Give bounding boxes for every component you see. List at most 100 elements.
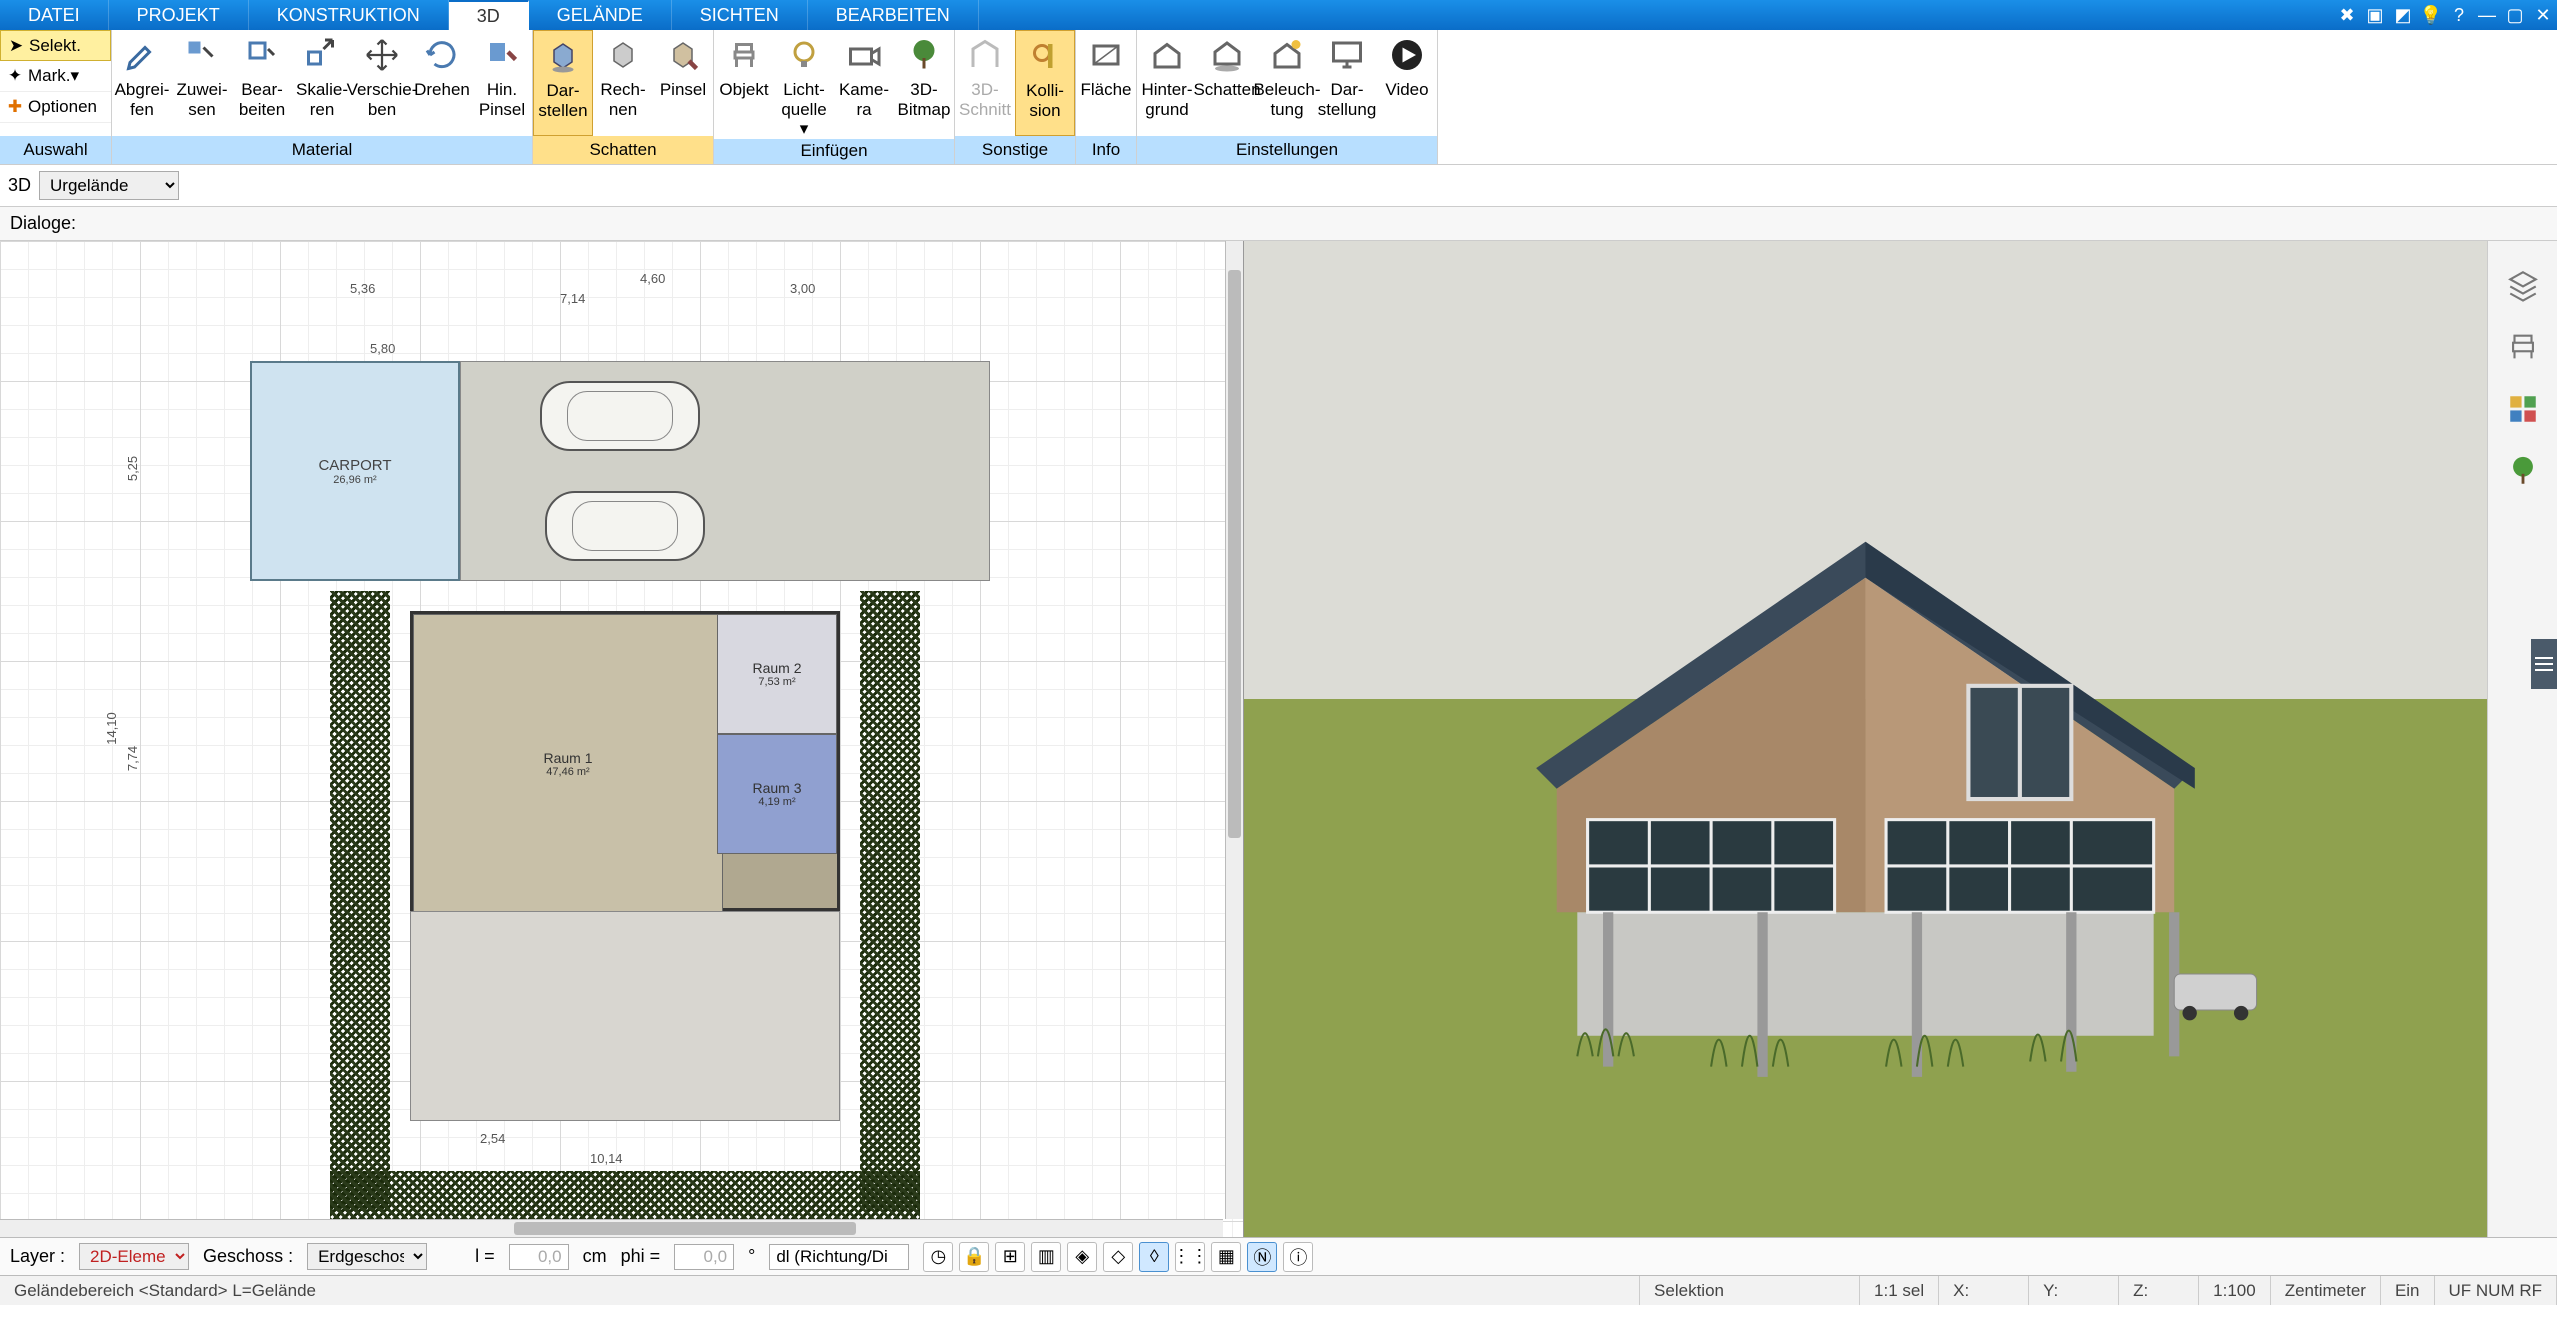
layer-dropdown[interactable]: 2D-Element [79, 1243, 189, 1270]
kollision-button[interactable]: Kolli-sion [1015, 30, 1075, 136]
options-button[interactable]: ✚Optionen [0, 92, 111, 123]
dim-label: 4,60 [640, 271, 665, 286]
status-unit: Zentimeter [2271, 1276, 2381, 1305]
3dschnitt-button[interactable]: 3D-Schnitt [955, 30, 1015, 136]
monitor-icon [1328, 36, 1366, 74]
schatten-button[interactable]: Schatten [1197, 30, 1257, 136]
rechnen-button[interactable]: Rech-nen [593, 30, 653, 136]
group-label-auswahl: Auswahl [0, 136, 111, 164]
darstellen-button[interactable]: Dar-stellen [533, 30, 593, 136]
vertical-scrollbar[interactable] [1225, 241, 1243, 1219]
assign-icon [183, 36, 221, 74]
darstellung-button[interactable]: Dar-stellung [1317, 30, 1377, 136]
carport: CARPORT 26,96 m² [250, 361, 460, 581]
titlebar-close-icon[interactable]: ✕ [2529, 0, 2557, 30]
diamond-icon[interactable]: ◈ [1067, 1242, 1097, 1272]
length-input[interactable] [509, 1244, 569, 1270]
house-light-icon [1268, 36, 1306, 74]
titlebar-lightbulb-icon[interactable]: 💡 [2417, 0, 2445, 30]
plane-icon[interactable]: ◊ [1139, 1242, 1169, 1272]
view-2d[interactable]: 7,14 5,36 4,60 3,00 5,80 5,25 7,74 14,10… [0, 241, 1244, 1237]
grid-icon[interactable]: ▦ [1211, 1242, 1241, 1272]
group-label-schatten: Schatten [533, 136, 713, 164]
menu-tab-konstruktion[interactable]: KONSTRUKTION [249, 0, 449, 30]
scroll-thumb[interactable] [514, 1222, 856, 1235]
direction-input[interactable] [769, 1244, 909, 1270]
house-outline: Raum 147,46 m² Raum 27,53 m² Raum 34,19 … [410, 611, 840, 911]
drehen-button[interactable]: Drehen [412, 30, 472, 136]
menu-tab-sichten[interactable]: SICHTEN [672, 0, 808, 30]
info-icon[interactable]: ⓘ [1283, 1242, 1313, 1272]
skalieren-button[interactable]: Skalie-ren [292, 30, 352, 136]
view-3d[interactable] [1244, 241, 2487, 1237]
select-label: Selekt. [29, 36, 81, 56]
snap-icon[interactable]: ⊞ [995, 1242, 1025, 1272]
cube-calc-icon [604, 36, 642, 74]
titlebar-maximize-icon[interactable]: ▢ [2501, 0, 2529, 30]
abgreifen-button[interactable]: Abgrei-fen [112, 30, 172, 136]
mark-button[interactable]: ✦Mark.▾ [0, 61, 111, 92]
status-ein: Ein [2381, 1276, 2435, 1305]
phi-input[interactable] [674, 1244, 734, 1270]
menu-tab-projekt[interactable]: PROJEKT [109, 0, 249, 30]
titlebar-help-icon[interactable]: ? [2445, 0, 2473, 30]
house-bg-icon [1148, 36, 1186, 74]
3dbitmap-button[interactable]: 3D-Bitmap [894, 30, 954, 139]
video-button[interactable]: Video [1377, 30, 1437, 136]
car-icon [540, 381, 700, 451]
status-y: Y: [2029, 1276, 2119, 1305]
diamond2-icon[interactable]: ◇ [1103, 1242, 1133, 1272]
layers-icon[interactable] [2503, 265, 2543, 305]
brush-icon [483, 36, 521, 74]
kamera-button[interactable]: Kame-ra [834, 30, 894, 139]
horizontal-scrollbar[interactable] [0, 1219, 1223, 1237]
clock-icon[interactable]: ◷ [923, 1242, 953, 1272]
lock-icon[interactable]: 🔒 [959, 1242, 989, 1272]
length-unit: cm [583, 1246, 607, 1267]
status-selektion: Selektion [1640, 1276, 1860, 1305]
layer-label: Layer : [10, 1246, 65, 1267]
north-icon[interactable]: Ⓝ [1247, 1242, 1277, 1272]
menu-tab-datei[interactable]: DATEI [0, 0, 109, 30]
furniture-icon[interactable] [2503, 327, 2543, 367]
titlebar-window-icon[interactable]: ▣ [2361, 0, 2389, 30]
pinsel-button[interactable]: Pinsel [653, 30, 713, 136]
ribbon-group-auswahl: ➤Selekt. ✦Mark.▾ ✚Optionen Auswahl [0, 30, 112, 164]
scroll-thumb[interactable] [1228, 270, 1241, 837]
menu-tab-gelaende[interactable]: GELÄNDE [529, 0, 672, 30]
lichtquelle-button[interactable]: Licht-quelle ▾ [774, 30, 834, 139]
floor-dropdown[interactable]: Erdgeschoss [307, 1243, 427, 1270]
group-label-einstellungen: Einstellungen [1137, 136, 1437, 164]
objekt-button[interactable]: Objekt [714, 30, 774, 139]
floor-label: Geschoss : [203, 1246, 293, 1267]
bearbeiten-button[interactable]: Bear-beiten [232, 30, 292, 136]
titlebar-tool-icon[interactable]: ✖ [2333, 0, 2361, 30]
menu-tab-3d[interactable]: 3D [449, 0, 529, 30]
materials-icon[interactable] [2503, 389, 2543, 429]
flaeche-button[interactable]: Fläche [1076, 30, 1136, 136]
plants-icon[interactable] [2503, 451, 2543, 491]
verschieben-button[interactable]: Verschie-ben [352, 30, 412, 136]
status-bar: Geländebereich <Standard> L=Gelände Sele… [0, 1275, 2557, 1305]
titlebar-minimize-icon[interactable]: — [2473, 0, 2501, 30]
dim-label: 5,25 [125, 456, 140, 481]
panel-handle[interactable] [2531, 639, 2557, 689]
menu-tab-bearbeiten[interactable]: BEARBEITEN [808, 0, 979, 30]
dim-label: 7,14 [560, 291, 585, 306]
ribbon-group-info: Fläche Info [1076, 30, 1137, 164]
ribbon: ➤Selekt. ✦Mark.▾ ✚Optionen Auswahl Abgre… [0, 30, 2557, 165]
select-button[interactable]: ➤Selekt. [0, 30, 111, 61]
dots-icon[interactable]: ⋮⋮ [1175, 1242, 1205, 1272]
titlebar-screenshot-icon[interactable]: ◩ [2389, 0, 2417, 30]
layer-select[interactable]: Urgelände [39, 171, 179, 200]
dialog-label: Dialoge: [10, 213, 76, 234]
cube-shadow-icon [544, 37, 582, 75]
zuweisen-button[interactable]: Zuwei-sen [172, 30, 232, 136]
play-icon [1388, 36, 1426, 74]
hintergrund-button[interactable]: Hinter-grund [1137, 30, 1197, 136]
beleuchtung-button[interactable]: Beleuch-tung [1257, 30, 1317, 136]
layer-icon[interactable]: ▥ [1031, 1242, 1061, 1272]
hinpinsel-button[interactable]: Hin.Pinsel [472, 30, 532, 136]
paint-icon [664, 36, 702, 74]
mark-label: Mark. [28, 66, 71, 86]
